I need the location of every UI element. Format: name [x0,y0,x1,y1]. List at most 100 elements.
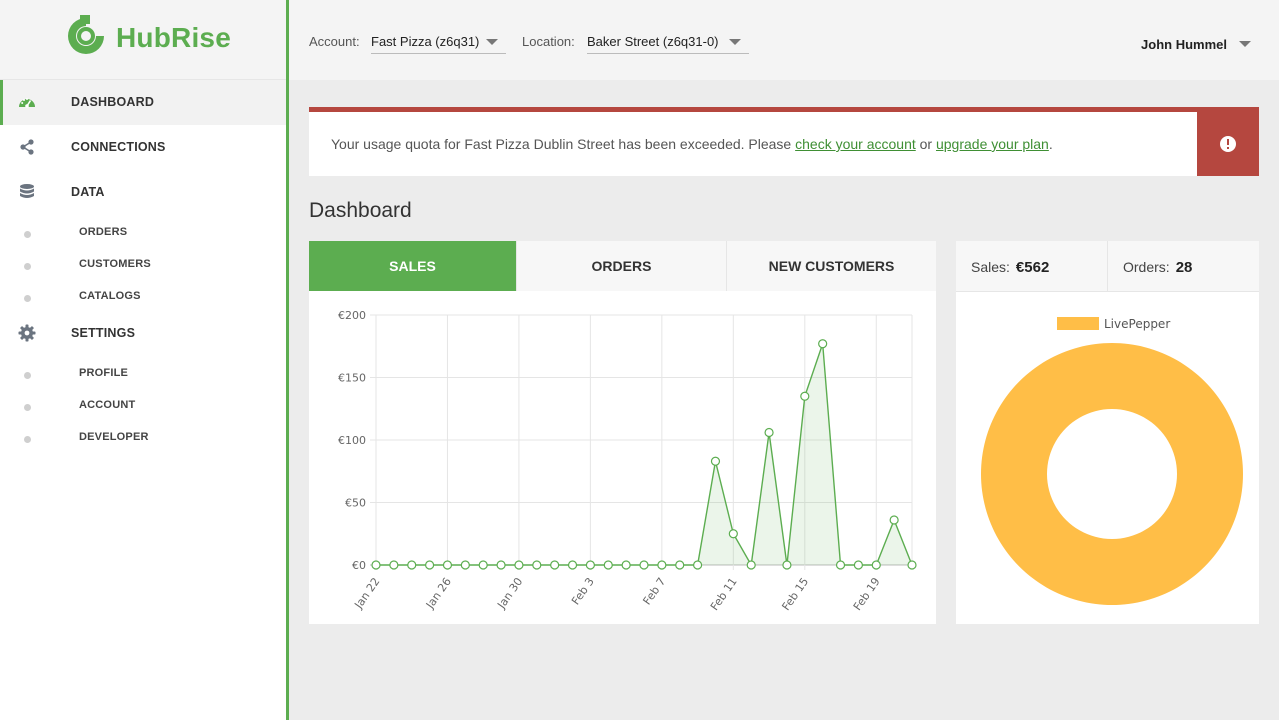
sidebar-item-label: CONNECTIONS [71,140,166,154]
data-point[interactable] [764,427,774,438]
hubrise-logo-icon[interactable] [66,15,106,57]
y-tick-label: €100 [338,434,366,447]
sidebar-item-label: DATA [71,185,105,199]
orders-stat: Orders: 28 [1123,259,1192,276]
sales-chart: €0 €50 €100 €150 €200 Jan 22 Jan 26 Jan 30 Feb 3… [338,309,917,613]
tab-new-customers[interactable]: NEW CUSTOMERS [727,241,936,291]
quota-alert: Your usage quota for Fast Pizza Dublin S… [309,107,1259,176]
tab-sales[interactable]: SALES [309,241,517,291]
data-point[interactable] [871,560,881,570]
donut-slice[interactable] [980,343,1243,605]
bullet-icon [24,436,31,443]
y-tick-label: €0 [352,559,366,572]
data-point[interactable] [835,560,846,570]
data-point[interactable] [532,560,542,570]
data-point[interactable] [496,560,506,570]
sales-stat-value: €562 [1015,259,1050,276]
sidebar-subitem-catalogs[interactable]: CATALOGS [0,281,286,309]
sidebar-subitem-profile[interactable]: PROFILE [0,358,286,386]
x-tick-label: Jan 30 [494,575,525,611]
sidebar-item-connections[interactable]: CONNECTIONS [0,125,286,170]
data-point[interactable] [460,560,470,570]
sidebar-subitem-label: CUSTOMERS [79,258,151,270]
top-bar: Account: Fast Pizza (z6q31) Location: Ba… [289,0,1279,80]
data-point[interactable] [782,560,792,570]
data-point[interactable] [371,560,381,570]
chevron-down-icon[interactable] [1239,41,1251,47]
data-point[interactable] [514,560,524,570]
exclamation-icon [1220,136,1236,152]
bullet-icon [24,231,31,238]
sidebar-subitem-label: DEVELOPER [79,431,149,443]
data-point[interactable] [478,560,488,570]
sidebar-subitem-label: ACCOUNT [79,399,136,411]
sidebar-item-data[interactable]: DATA [0,170,286,215]
page-title: Dashboard [309,199,412,222]
sales-stat-label: Sales: [971,259,1010,275]
data-point[interactable] [710,456,721,466]
data-point[interactable] [693,560,703,570]
chevron-down-icon [486,39,498,45]
data-point[interactable] [657,560,667,570]
data-point[interactable] [889,515,899,525]
data-point[interactable] [424,560,435,570]
sidebar-item-settings[interactable]: SETTINGS [0,311,286,356]
stats-header: Sales: €562 Orders: 28 [956,241,1259,292]
data-point[interactable] [800,391,810,401]
x-tick-label: Feb 3 [569,575,597,607]
data-point[interactable] [550,560,560,570]
data-point[interactable] [585,560,595,570]
upgrade-plan-link[interactable]: upgrade your plan [936,136,1049,152]
data-point[interactable] [728,529,738,539]
sales-stat: Sales: €562 [971,259,1049,276]
check-account-link[interactable]: check your account [795,136,916,152]
data-point[interactable] [675,560,685,570]
y-tick-label: €150 [338,372,366,385]
data-point[interactable] [853,560,864,570]
sidebar: HubRise DASHBOARD CONNECTIONS DATA ORDER… [0,0,286,720]
data-point[interactable] [639,560,649,570]
share-icon [20,139,34,155]
location-label: Location: [522,34,575,49]
data-point[interactable] [907,560,917,570]
alert-icon-panel [1197,107,1259,176]
sidebar-subitem-account[interactable]: ACCOUNT [0,390,286,418]
sidebar-divider [286,0,289,720]
user-menu[interactable]: John Hummel [1141,37,1227,52]
bullet-icon [24,263,31,270]
x-tick-label: Jan 26 [423,575,454,611]
tab-orders[interactable]: ORDERS [517,241,727,291]
x-tick-label: Feb 11 [708,575,740,613]
account-select-value: Fast Pizza (z6q31) [371,34,480,49]
alert-text-mid: or [915,136,936,152]
account-label: Account: [309,34,360,49]
data-point[interactable] [389,560,399,570]
sidebar-item-label: DASHBOARD [71,95,155,109]
data-point[interactable] [621,560,631,570]
sidebar-subitem-customers[interactable]: CUSTOMERS [0,249,286,277]
sidebar-subitem-orders[interactable]: ORDERS [0,217,286,245]
sidebar-subitem-label: PROFILE [79,367,129,379]
data-point[interactable] [567,560,578,570]
brand-name[interactable]: HubRise [116,22,231,54]
x-tick-label: Jan 22 [351,575,382,611]
data-point[interactable] [818,339,828,349]
x-tick-label: Feb 15 [779,575,811,613]
sidebar-subitem-developer[interactable]: DEVELOPER [0,422,286,450]
stats-divider [1107,241,1108,292]
data-point[interactable] [746,560,756,570]
account-select[interactable]: Fast Pizza (z6q31) [371,26,506,54]
data-point[interactable] [603,560,613,570]
orders-stat-label: Orders: [1123,259,1170,275]
sidebar-subitem-label: ORDERS [79,226,128,238]
data-point[interactable] [407,560,417,570]
location-select[interactable]: Baker Street (z6q31-0) [587,26,749,54]
legend-label[interactable]: LivePepper [1104,317,1170,331]
legend-swatch[interactable] [1057,317,1099,330]
gear-icon [18,324,36,342]
x-tick-label: Feb 7 [640,575,668,607]
data-point[interactable] [442,560,453,570]
sidebar-item-dashboard[interactable]: DASHBOARD [0,80,286,125]
x-tick-label: Feb 19 [851,575,883,613]
location-select-value: Baker Street (z6q31-0) [587,34,719,49]
